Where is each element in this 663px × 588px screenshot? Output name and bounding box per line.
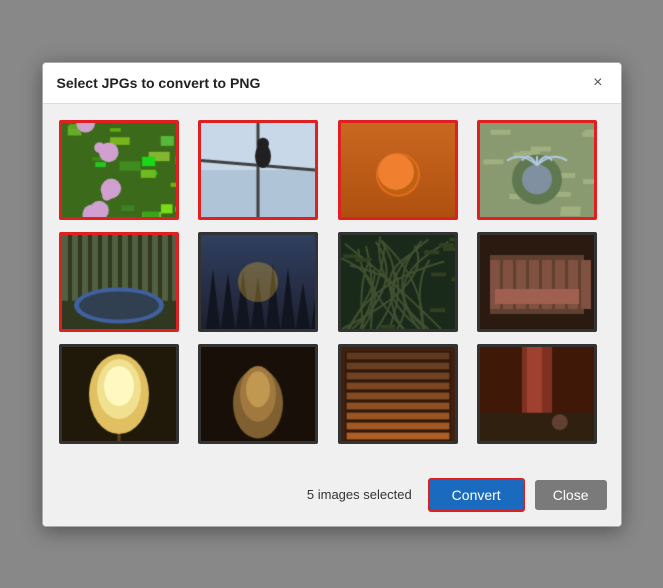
image-cell[interactable]: [59, 120, 179, 220]
header-close-button[interactable]: ×: [589, 73, 606, 93]
image-grid: [59, 120, 605, 444]
thumbnail-canvas: [480, 347, 594, 441]
image-cell[interactable]: [59, 344, 179, 444]
thumbnail-canvas: [480, 123, 594, 217]
image-cell[interactable]: [198, 344, 318, 444]
thumbnail-canvas: [62, 123, 176, 217]
thumbnail-canvas: [341, 347, 455, 441]
image-cell[interactable]: [338, 232, 458, 332]
thumbnail-canvas: [62, 235, 176, 329]
thumbnail-canvas: [201, 235, 315, 329]
image-cell[interactable]: [338, 344, 458, 444]
dialog-footer: 5 images selected Convert Close: [43, 468, 621, 526]
thumbnail-canvas: [341, 235, 455, 329]
image-cell[interactable]: [477, 120, 597, 220]
image-cell[interactable]: [198, 120, 318, 220]
image-cell[interactable]: [59, 232, 179, 332]
image-cell[interactable]: [338, 120, 458, 220]
dialog-body: [43, 104, 621, 468]
thumbnail-canvas: [201, 123, 315, 217]
dialog-header: Select JPGs to convert to PNG ×: [43, 63, 621, 104]
thumbnail-canvas: [341, 123, 455, 217]
dialog-title: Select JPGs to convert to PNG: [57, 75, 261, 91]
thumbnail-canvas: [201, 347, 315, 441]
convert-button[interactable]: Convert: [428, 478, 525, 512]
thumbnail-canvas: [62, 347, 176, 441]
image-cell[interactable]: [477, 344, 597, 444]
close-button[interactable]: Close: [535, 480, 607, 510]
image-cell[interactable]: [198, 232, 318, 332]
thumbnail-canvas: [480, 235, 594, 329]
image-cell[interactable]: [477, 232, 597, 332]
convert-dialog: Select JPGs to convert to PNG × 5 images…: [42, 62, 622, 527]
status-text: 5 images selected: [307, 487, 412, 502]
